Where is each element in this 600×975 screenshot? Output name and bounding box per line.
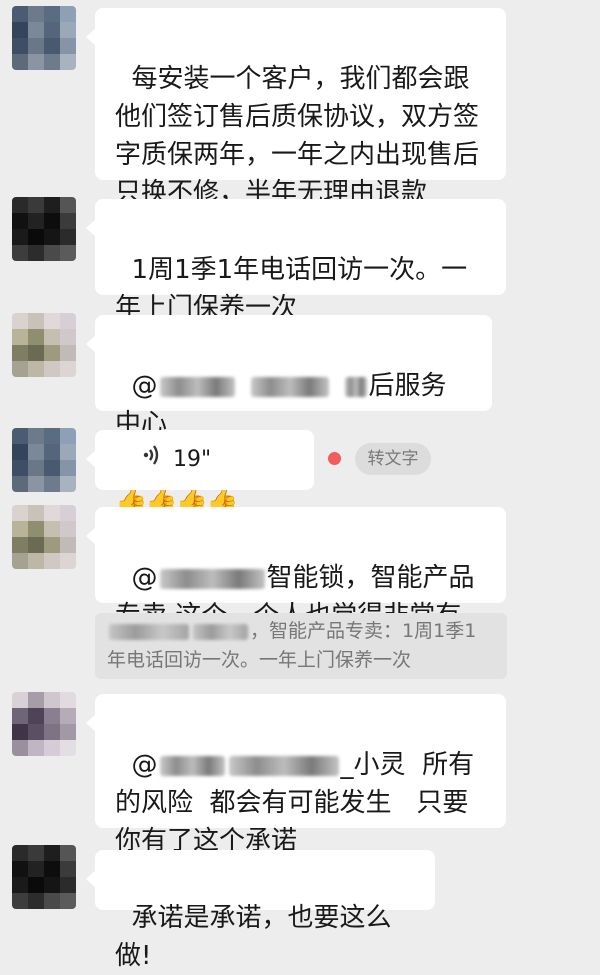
redacted-name <box>159 755 225 776</box>
message-bubble[interactable]: 每安装一个客户，我们都会跟他们签订售后质保协议，双方签字质保两年，一年之内出现售… <box>86 8 506 208</box>
message-text: 承诺是承诺，也要这么做! <box>115 903 392 971</box>
message-bubble[interactable]: 承诺是承诺，也要这么做! <box>86 850 435 971</box>
mention-prefix: @ <box>131 563 158 593</box>
message-text: 1周1季1年电话回访一次。一年上门保养一次 <box>115 255 468 323</box>
mention-prefix: @ <box>131 750 158 780</box>
voice-duration: 19" <box>172 447 212 472</box>
avatar[interactable] <box>12 428 76 492</box>
redacted-name <box>159 376 235 397</box>
avatar[interactable] <box>12 692 76 756</box>
avatar[interactable] <box>12 6 76 70</box>
avatar[interactable] <box>12 313 76 377</box>
quoted-message[interactable]: ，智能产品专卖：1周1季1年电话回访一次。一年上门保养一次 <box>95 613 507 679</box>
redacted-name <box>250 376 329 397</box>
convert-to-text-button[interactable]: 转文字 <box>355 443 431 475</box>
redacted-name <box>109 623 189 640</box>
redacted-name <box>344 376 367 397</box>
avatar[interactable] <box>12 845 76 909</box>
avatar[interactable] <box>12 505 76 569</box>
message-bubble[interactable]: 1周1季1年电话回访一次。一年上门保养一次 <box>86 199 506 323</box>
message-text: 每安装一个客户，我们都会跟他们签订售后质保协议，双方签字质保两年，一年之内出现售… <box>115 64 480 208</box>
message-bubble[interactable]: @ _小灵 所有的风险 都会有可能发生 只要你有了这个承诺 <box>86 694 506 856</box>
unread-dot <box>328 452 341 465</box>
avatar[interactable] <box>12 197 76 261</box>
mention-prefix: @ <box>131 371 158 401</box>
mention-suffix: _小灵 <box>340 750 406 780</box>
message-bubble[interactable]: @智能锁，智能产品专卖 这个，个人也觉得非常有必要 <box>86 507 506 669</box>
voice-wave-icon <box>115 403 159 517</box>
voice-message-bubble[interactable]: 19" <box>86 430 314 490</box>
quote-prefix: ， <box>250 620 270 642</box>
redacted-name <box>228 755 339 776</box>
redacted-name <box>193 623 248 640</box>
message-bubble[interactable]: @ 后服务中心 👍👍👍👍 <box>86 315 492 515</box>
redacted-name <box>159 568 265 589</box>
